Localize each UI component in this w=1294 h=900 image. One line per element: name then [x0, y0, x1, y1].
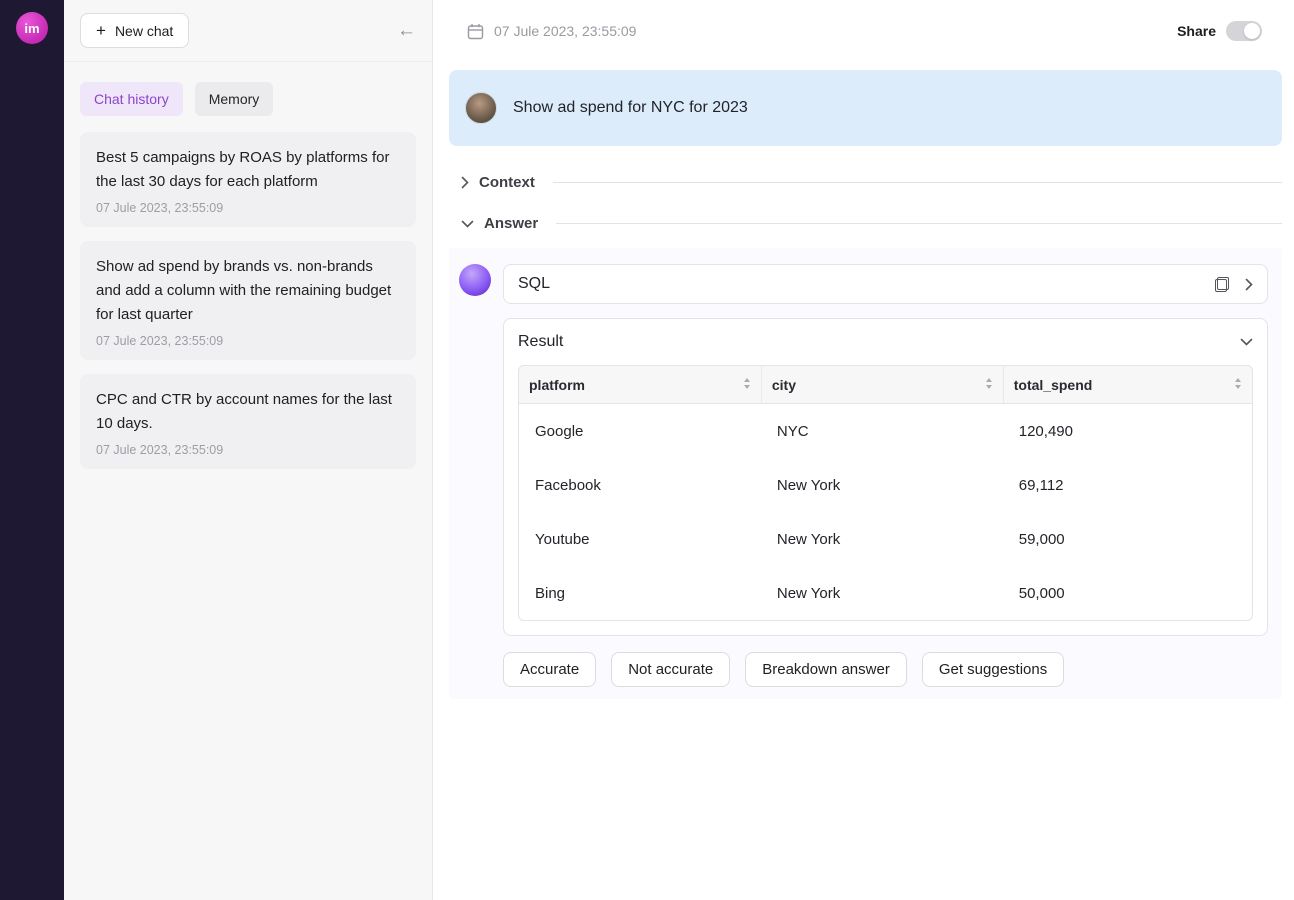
- chevron-right-icon: [461, 176, 469, 189]
- sql-panel-label: SQL: [518, 275, 550, 293]
- chat-history-timestamp: 07 Jule 2023, 23:55:09: [96, 201, 400, 215]
- toggle-knob: [1244, 23, 1260, 39]
- table-row: Google NYC 120,490: [519, 404, 1252, 458]
- sql-panel[interactable]: SQL: [503, 264, 1268, 304]
- tab-chat-history[interactable]: Chat history: [80, 82, 183, 116]
- chat-history-timestamp: 07 Jule 2023, 23:55:09: [96, 443, 400, 457]
- share-toggle[interactable]: [1226, 21, 1262, 41]
- cell-platform: Google: [519, 404, 761, 458]
- collapse-sidebar-icon[interactable]: ←: [397, 21, 416, 40]
- result-panel-header[interactable]: Result: [518, 333, 1253, 351]
- cell-total-spend: 120,490: [1003, 404, 1252, 458]
- new-chat-label: New chat: [115, 23, 173, 39]
- answer-section-header[interactable]: Answer: [461, 215, 1282, 232]
- answer-section-label: Answer: [484, 215, 538, 232]
- conversation-body: Show ad spend for NYC for 2023 Context A…: [433, 62, 1294, 699]
- conversation-header: 07 Jule 2023, 23:55:09 Share: [433, 0, 1294, 62]
- accurate-button[interactable]: Accurate: [503, 652, 596, 687]
- chat-history-item[interactable]: Show ad spend by brands vs. non-brands a…: [80, 241, 416, 360]
- sort-icon: [1234, 377, 1242, 393]
- share-control: Share: [1177, 21, 1262, 41]
- chevron-down-icon: [461, 220, 474, 228]
- main-panel: 07 Jule 2023, 23:55:09 Share Show ad spe…: [433, 0, 1294, 900]
- calendar-icon: [467, 23, 484, 40]
- section-divider: [553, 182, 1282, 183]
- cell-city: New York: [761, 458, 1003, 512]
- app-logo-text: im: [24, 21, 39, 36]
- plus-icon: +: [96, 22, 106, 39]
- cell-city: New York: [761, 566, 1003, 620]
- cell-total-spend: 59,000: [1003, 512, 1252, 566]
- answer-block: SQL Result: [449, 248, 1282, 699]
- chat-history-item[interactable]: CPC and CTR by account names for the las…: [80, 374, 416, 469]
- context-section-label: Context: [479, 174, 535, 191]
- breakdown-answer-button[interactable]: Breakdown answer: [745, 652, 907, 687]
- cell-total-spend: 50,000: [1003, 566, 1252, 620]
- cell-platform: Youtube: [519, 512, 761, 566]
- table-row: Facebook New York 69,112: [519, 458, 1252, 512]
- sort-icon: [743, 377, 751, 393]
- cell-platform: Facebook: [519, 458, 761, 512]
- table-row: Bing New York 50,000: [519, 566, 1252, 620]
- conversation-timestamp-group: 07 Jule 2023, 23:55:09: [467, 23, 636, 40]
- sidebar-header: + New chat ←: [64, 0, 432, 62]
- sort-icon: [985, 377, 993, 393]
- chevron-right-icon[interactable]: [1245, 278, 1253, 291]
- sidebar: + New chat ← Chat history Memory Best 5 …: [64, 0, 433, 900]
- feedback-actions: Accurate Not accurate Breakdown answer G…: [503, 652, 1268, 687]
- result-title: Result: [518, 333, 563, 351]
- cell-city: New York: [761, 512, 1003, 566]
- get-suggestions-button[interactable]: Get suggestions: [922, 652, 1064, 687]
- result-panel: Result platform: [503, 318, 1268, 636]
- table-row: Youtube New York 59,000: [519, 512, 1252, 566]
- app-logo[interactable]: im: [16, 12, 48, 44]
- sidebar-tabs: Chat history Memory: [64, 62, 432, 122]
- copy-icon[interactable]: [1215, 277, 1229, 292]
- chat-history-timestamp: 07 Jule 2023, 23:55:09: [96, 334, 400, 348]
- user-message: Show ad spend for NYC for 2023: [449, 70, 1282, 146]
- user-message-text: Show ad spend for NYC for 2023: [513, 99, 748, 117]
- user-avatar: [465, 92, 497, 124]
- result-table: platform city: [518, 365, 1253, 621]
- cell-platform: Bing: [519, 566, 761, 620]
- cell-city: NYC: [761, 404, 1003, 458]
- new-chat-button[interactable]: + New chat: [80, 13, 189, 48]
- chat-history-title: Show ad spend by brands vs. non-brands a…: [96, 255, 400, 327]
- conversation-timestamp: 07 Jule 2023, 23:55:09: [494, 23, 636, 39]
- answer-panels: SQL Result: [503, 264, 1268, 687]
- tab-memory[interactable]: Memory: [195, 82, 274, 116]
- app-window: im + New chat ← Chat history Memory Best…: [0, 0, 1294, 900]
- column-header-total-spend[interactable]: total_spend: [1003, 366, 1252, 404]
- cell-total-spend: 69,112: [1003, 458, 1252, 512]
- chat-history-title: CPC and CTR by account names for the las…: [96, 388, 400, 436]
- chat-history-item[interactable]: Best 5 campaigns by ROAS by platforms fo…: [80, 132, 416, 227]
- chat-history-title: Best 5 campaigns by ROAS by platforms fo…: [96, 146, 400, 194]
- chat-history-list: Best 5 campaigns by ROAS by platforms fo…: [64, 122, 432, 479]
- section-divider: [556, 223, 1282, 224]
- context-section-header[interactable]: Context: [461, 174, 1282, 191]
- not-accurate-button[interactable]: Not accurate: [611, 652, 730, 687]
- brand-rail: im: [0, 0, 64, 900]
- column-header-platform[interactable]: platform: [519, 366, 761, 404]
- assistant-avatar: [459, 264, 491, 296]
- share-label: Share: [1177, 23, 1216, 39]
- column-header-city[interactable]: city: [761, 366, 1003, 404]
- chevron-down-icon[interactable]: [1240, 338, 1253, 346]
